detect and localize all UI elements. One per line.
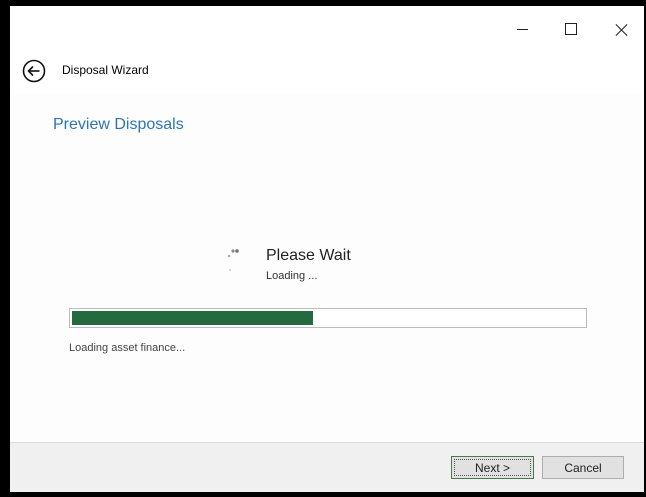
maximize-button[interactable]: [551, 16, 591, 42]
wizard-header: Disposal Wizard: [10, 50, 644, 94]
cancel-button-label: Cancel: [564, 460, 602, 475]
focus-rectangle: [454, 459, 531, 476]
wizard-window: Disposal Wizard Preview Disposals Please…: [10, 6, 644, 492]
wizard-content: Preview Disposals Please Wait Loading ..…: [10, 94, 644, 442]
close-icon: [615, 23, 628, 36]
please-wait-title: Please Wait: [266, 247, 351, 264]
page-title: Preview Disposals: [53, 116, 184, 133]
minimize-button[interactable]: [502, 16, 542, 42]
wizard-footer: Next > Cancel: [10, 442, 644, 492]
cancel-button[interactable]: Cancel: [542, 456, 624, 479]
maximize-icon: [565, 23, 577, 35]
loading-spinner-icon: [227, 249, 239, 272]
progress-status-text: Loading asset finance...: [69, 342, 186, 354]
close-button[interactable]: [601, 16, 641, 42]
progress-bar: [69, 308, 587, 328]
minimize-icon: [516, 28, 528, 30]
back-arrow-circle-icon: [22, 59, 46, 83]
wizard-title: Disposal Wizard: [62, 63, 149, 77]
loading-subtitle: Loading ...: [266, 270, 318, 282]
progress-bar-fill: [72, 311, 313, 325]
next-button[interactable]: Next >: [451, 456, 534, 479]
back-button[interactable]: [22, 59, 46, 83]
title-bar: [10, 6, 644, 50]
